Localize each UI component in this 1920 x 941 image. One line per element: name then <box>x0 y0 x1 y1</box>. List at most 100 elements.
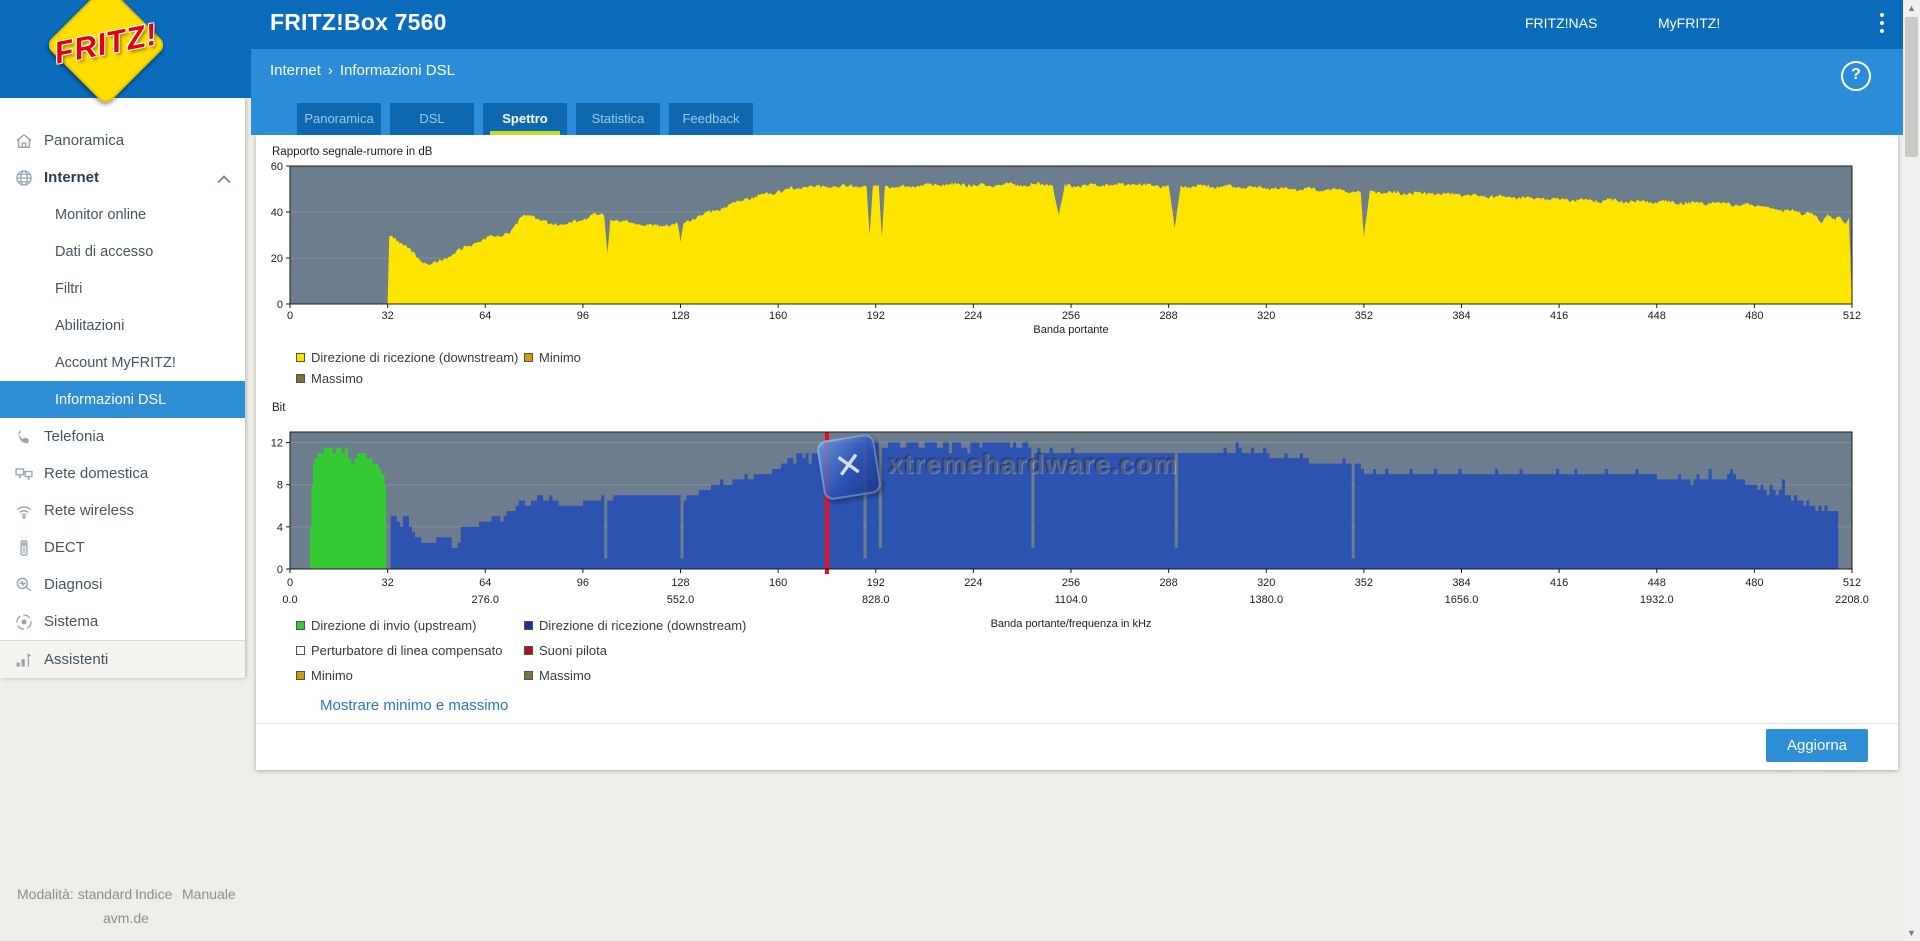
sidebar-item-informazioni-dsl[interactable]: Informazioni DSL <box>0 381 245 418</box>
wifi-icon <box>14 501 34 521</box>
legend-swatch <box>296 621 305 630</box>
sidebar-item-monitor-online[interactable]: Monitor online <box>0 196 245 233</box>
svg-text:320: 320 <box>1257 577 1275 589</box>
svg-text:60: 60 <box>271 161 283 173</box>
kebab-menu-icon[interactable] <box>1876 13 1888 37</box>
svg-text:224: 224 <box>964 577 982 589</box>
sidebar-item-label: Assistenti <box>44 651 109 668</box>
legend-swatch <box>524 353 533 362</box>
svg-text:160: 160 <box>769 577 787 589</box>
sidebar-item-telefonia[interactable]: Telefonia <box>0 418 245 455</box>
fritz-logo[interactable]: FRITZ! <box>0 0 251 106</box>
legend-swatch <box>296 671 305 680</box>
legend-label: Massimo <box>311 371 364 386</box>
sidebar-item-label: Dati di accesso <box>55 243 154 260</box>
show-minmax-link[interactable]: Mostrare minimo e massimo <box>320 697 508 714</box>
chart-canvas: 0 32 64 96 128 160 192 224 256 288 320 352 384 416 448… <box>271 161 1861 336</box>
svg-text:552.0: 552.0 <box>667 594 695 606</box>
legend-label: Direzione di invio (upstream) <box>311 618 477 633</box>
svg-text:0: 0 <box>287 577 293 589</box>
bit-legend-item: Suoni pilota <box>524 638 746 663</box>
snr-chart: 0 32 64 96 128 160 192 224 256 288 320 352 384 416 448… <box>256 161 1898 346</box>
refresh-button[interactable]: Aggiorna <box>1766 729 1868 762</box>
legend-label: Minimo <box>311 668 353 683</box>
sidebar-item-diagnosi[interactable]: Diagnosi <box>0 566 245 603</box>
chevron-up-icon[interactable] <box>217 171 231 184</box>
sidebar-item-account-myfritz-[interactable]: Account MyFRITZ! <box>0 344 245 381</box>
tab-panoramica[interactable]: Panoramica <box>297 103 381 135</box>
header-bar: FRITZ!Box 7560 FRITZ!NAS MyFRITZ! <box>0 0 1903 49</box>
network-icon <box>14 464 34 484</box>
svg-text:224: 224 <box>964 310 982 322</box>
sidebar-item-sistema[interactable]: Sistema <box>0 603 245 640</box>
x-axis-label: Banda portante/frequenza in kHz <box>991 618 1152 630</box>
svg-text:2208.0: 2208.0 <box>1835 594 1869 606</box>
svg-text:0: 0 <box>277 299 283 311</box>
sidebar-item-dati-di-accesso[interactable]: Dati di accesso <box>0 233 245 270</box>
sidebar-item-label: Telefonia <box>44 428 105 445</box>
active-tab-underline <box>490 131 560 135</box>
sidebar-item-filtri[interactable]: Filtri <box>0 270 245 307</box>
sidebar-item-label: DECT <box>44 539 85 556</box>
sidebar-item-dect[interactable]: DECT <box>0 529 245 566</box>
series-step <box>308 447 387 569</box>
help-icon[interactable]: ? <box>1841 61 1871 91</box>
footer-index-link[interactable]: Indice <box>135 886 172 902</box>
divider <box>256 723 1898 724</box>
bit-chart-legend: Direzione di invio (upstream) Direzione d… <box>296 613 746 688</box>
tab-spettro[interactable]: Spettro <box>483 103 567 135</box>
wizard-icon <box>14 650 34 670</box>
sidebar-item-abilitazioni[interactable]: Abilitazioni <box>0 307 245 344</box>
svg-text:0.0: 0.0 <box>282 594 297 606</box>
legend-label: Minimo <box>539 350 581 365</box>
fritznas-link[interactable]: FRITZ!NAS <box>1525 15 1597 31</box>
tab-feedback[interactable]: Feedback <box>669 103 753 135</box>
sidebar-item-internet[interactable]: Internet <box>0 159 245 196</box>
bit-chart: 0 32 64 96 128 160 192 224 256 288 320 352 384 416 448… <box>256 427 1898 642</box>
scrollbar[interactable]: ▲ ▼ <box>1903 0 1920 941</box>
svg-text:192: 192 <box>867 310 885 322</box>
svg-text:276.0: 276.0 <box>471 594 499 606</box>
breadcrumb-section[interactable]: Internet <box>270 62 321 79</box>
svg-text:1932.0: 1932.0 <box>1640 594 1674 606</box>
sidebar-item-label: Abilitazioni <box>55 317 125 334</box>
svg-text:256: 256 <box>1062 310 1080 322</box>
pilot-tone-line <box>824 432 829 574</box>
sidebar-item-panoramica[interactable]: Panoramica <box>0 122 245 159</box>
sidebar-item-label: Informazioni DSL <box>55 391 167 408</box>
myfritz-link[interactable]: MyFRITZ! <box>1658 15 1720 31</box>
svg-text:512: 512 <box>1843 310 1861 322</box>
tab-dsl[interactable]: DSL <box>390 103 474 135</box>
svg-text:512: 512 <box>1843 577 1861 589</box>
bit-legend-item: Minimo <box>296 663 524 688</box>
scrollbar-thumb[interactable] <box>1905 17 1918 157</box>
globe-icon <box>14 168 34 188</box>
bit-legend-item: Direzione di ricezione (downstream) <box>524 613 746 638</box>
footer-avm-link[interactable]: avm.de <box>103 910 149 926</box>
svg-text:416: 416 <box>1550 577 1568 589</box>
tab-statistica[interactable]: Statistica <box>576 103 660 135</box>
svg-text:288: 288 <box>1159 310 1177 322</box>
legend-swatch <box>296 374 305 383</box>
footer-mode[interactable]: Modalità: standard <box>17 886 132 902</box>
svg-text:96: 96 <box>577 310 589 322</box>
dect-icon <box>14 538 34 558</box>
diagnosis-icon <box>14 575 34 595</box>
svg-text:32: 32 <box>382 577 394 589</box>
scrollbar-down-icon[interactable]: ▼ <box>1903 925 1920 941</box>
sidebar-item-label: Sistema <box>44 613 99 630</box>
legend-swatch <box>524 646 533 655</box>
sidebar-item-assistenti[interactable]: Assistenti <box>0 640 245 678</box>
footer-manual-link[interactable]: Manuale <box>182 886 236 902</box>
svg-text:192: 192 <box>867 577 885 589</box>
svg-text:64: 64 <box>479 310 491 322</box>
svg-text:12: 12 <box>271 438 283 450</box>
scrollbar-up-icon[interactable]: ▲ <box>1903 0 1920 16</box>
sidebar-item-label: Rete wireless <box>44 502 135 519</box>
svg-text:352: 352 <box>1355 577 1373 589</box>
system-icon <box>14 612 34 632</box>
sidebar-item-rete-wireless[interactable]: Rete wireless <box>0 492 245 529</box>
bit-legend-item: Massimo <box>524 663 746 688</box>
sidebar-item-rete-domestica[interactable]: Rete domestica <box>0 455 245 492</box>
svg-text:128: 128 <box>671 310 689 322</box>
